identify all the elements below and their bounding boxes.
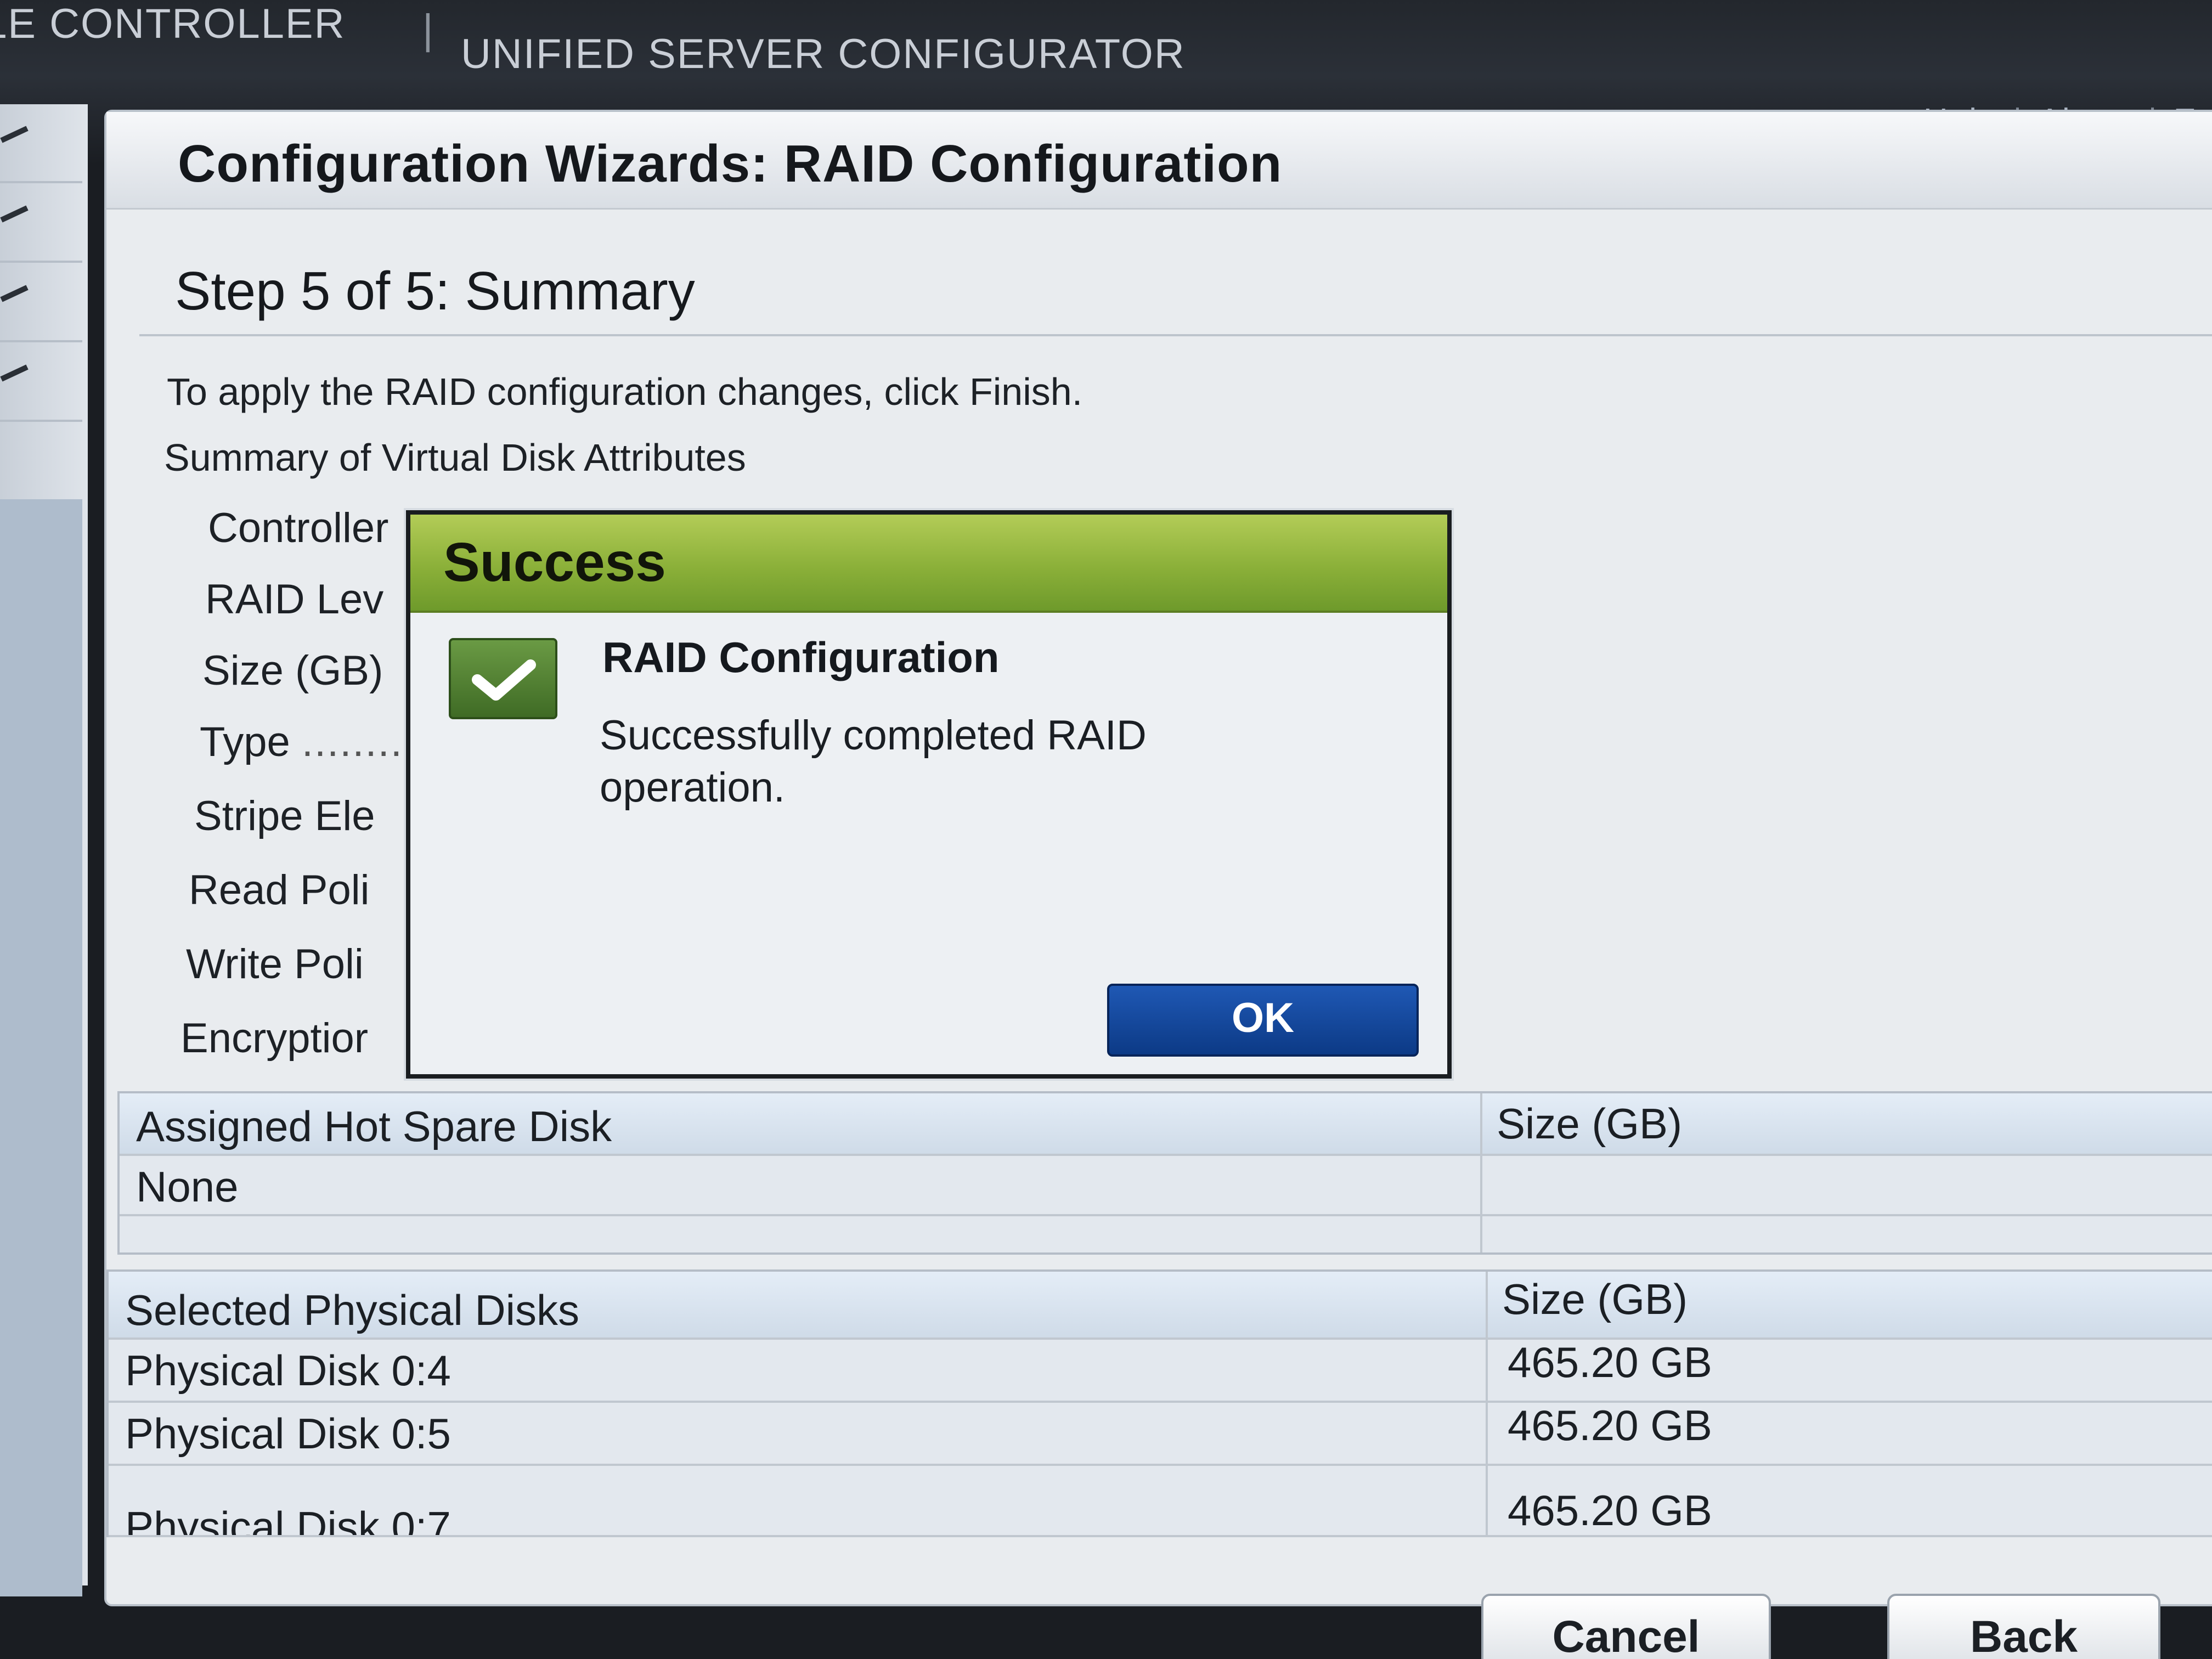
column-divider (1486, 1272, 1488, 1535)
nav-item[interactable] (0, 343, 82, 422)
attr-controller: Controller (208, 505, 389, 551)
divider (139, 334, 2212, 336)
banner-separator: | (422, 6, 435, 53)
page-title: Configuration Wizards: RAID Configuratio… (178, 134, 1283, 193)
table-row[interactable]: Physical Disk 0:4 465.20 GB (109, 1338, 2212, 1403)
table-row[interactable]: None (120, 1154, 2212, 1216)
dialog-title-bar: Success (410, 515, 1447, 613)
attr-write-policy: Write Poli (186, 941, 364, 988)
nav-item[interactable] (0, 104, 82, 183)
table-cell: 465.20 GB (1508, 1401, 1712, 1449)
instruction-text: To apply the RAID configuration changes,… (167, 370, 1083, 413)
checkmark-glyph (472, 659, 536, 701)
app-name: UNIFIED SERVER CONFIGURATOR (461, 31, 1186, 77)
column-header: Size (GB) (1502, 1275, 1688, 1323)
column-divider (1480, 1093, 1482, 1252)
column-header: Size (GB) (1497, 1099, 1683, 1148)
dialog-title: Success (443, 532, 666, 593)
nav-marker-icon (0, 285, 29, 302)
nav-active-area (0, 499, 82, 1596)
table-cell: Physical Disk 0:5 (125, 1409, 451, 1458)
column-header: Assigned Hot Spare Disk (136, 1102, 612, 1150)
table-cell: 465.20 GB (1508, 1338, 1712, 1386)
back-button[interactable]: Back (1887, 1594, 2160, 1659)
column-header: Selected Physical Disks (125, 1286, 579, 1334)
table-header-row: Assigned Hot Spare Disk Size (GB) (120, 1093, 2212, 1156)
physical-disks-table: Selected Physical Disks Size (GB) Physic… (106, 1269, 2212, 1537)
nav-item[interactable] (0, 263, 82, 342)
summary-label: Summary of Virtual Disk Attributes (164, 436, 746, 479)
attr-stripe-element: Stripe Ele (194, 793, 375, 839)
attr-raid-level: RAID Lev (205, 576, 384, 623)
brand-text: LE CONTROLLER (0, 1, 346, 47)
dialog-message: Successfully completed RAID operation. (600, 712, 1147, 811)
table-cell: 465.20 GB (1508, 1486, 1712, 1534)
attr-encryption: Encryptior (180, 1015, 369, 1062)
dialog-heading: RAID Configuration (602, 633, 1000, 681)
nav-marker-icon (0, 126, 29, 143)
cancel-button[interactable]: Cancel (1481, 1594, 1771, 1659)
nav-marker-icon (0, 364, 29, 382)
attr-read-policy: Read Poli (189, 867, 370, 913)
checkmark-icon (449, 638, 557, 719)
left-nav (0, 104, 88, 1596)
nav-item[interactable] (0, 184, 82, 263)
ok-button[interactable]: OK (1107, 984, 1419, 1057)
attr-size: Size (GB) (202, 647, 383, 694)
table-header-row: Selected Physical Disks Size (GB) (109, 1272, 2212, 1340)
table-cell: Physical Disk 0:7 (125, 1503, 451, 1537)
nav-marker-icon (0, 205, 29, 223)
screen: LE CONTROLLER | UNIFIED SERVER CONFIGURA… (0, 0, 2212, 1659)
success-dialog: Success RAID Configuration Successfully … (406, 510, 1452, 1079)
step-title: Step 5 of 5: Summary (175, 261, 695, 321)
table-cell: Physical Disk 0:4 (125, 1346, 451, 1395)
table-row[interactable]: Physical Disk 0:5 465.20 GB (109, 1401, 2212, 1466)
table-row[interactable]: Physical Disk 0:7 465.20 GB (109, 1464, 2212, 1537)
panel-header: Configuration Wizards: RAID Configuratio… (106, 112, 2212, 210)
hot-spare-table: Assigned Hot Spare Disk Size (GB) None (117, 1091, 2212, 1255)
table-cell: None (136, 1163, 239, 1211)
